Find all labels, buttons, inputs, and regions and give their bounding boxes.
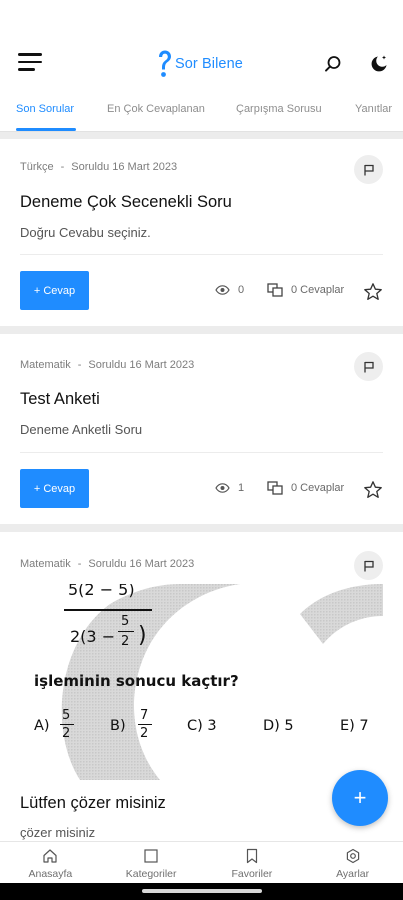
option-a: A): [34, 718, 50, 734]
logo-question-mark-icon: [159, 50, 171, 77]
views-stat: 1: [215, 482, 244, 494]
question-description: Deneme Anketli Soru: [20, 422, 143, 437]
answers-stat[interactable]: 0 Cevaplar: [267, 481, 344, 495]
nav-label: Favoriler: [231, 868, 273, 880]
star-icon[interactable]: [363, 480, 383, 500]
bottom-nav: Anasayfa Kategoriler Favoriler Ayarlar: [0, 841, 403, 883]
answers-icon: [267, 283, 283, 297]
categories-icon: [144, 849, 158, 863]
fraction-bar: [64, 609, 152, 611]
question-date: Soruldu 16 Mart 2023: [88, 558, 195, 570]
tab-yanitlar[interactable]: Yanıtlar: [355, 103, 392, 115]
flag-icon[interactable]: [354, 551, 383, 580]
option-b-numerator: 7: [140, 708, 149, 723]
question-description: Doğru Cevabu seçiniz.: [20, 225, 151, 240]
question-image[interactable]: 5(2 − 5) 2(3 − 5 2 ) işleminin sonucu ka…: [20, 584, 383, 780]
active-tab-indicator: [16, 128, 76, 131]
question-date: Soruldu 16 Mart 2023: [88, 359, 195, 371]
tab-en-cok-cevaplanan[interactable]: En Çok Cevaplanan: [107, 103, 205, 115]
math-top-numerator: 5(2 − 5): [68, 584, 135, 599]
search-icon[interactable]: [323, 54, 343, 74]
question-card: Türkçe - Soruldu 16 Mart 2023 Deneme Çok S…: [0, 139, 403, 326]
menu-icon[interactable]: [18, 53, 42, 75]
views-count: 1: [238, 482, 245, 494]
question-date: Soruldu 16 Mart 2023: [71, 161, 178, 173]
nav-label: Kategoriler: [125, 868, 177, 880]
option-a-bar: [60, 724, 74, 726]
flag-icon[interactable]: [354, 352, 383, 381]
settings-icon: [346, 848, 359, 864]
answers-stat[interactable]: 0 Cevaplar: [267, 283, 344, 297]
question-title[interactable]: Deneme Çok Secenekli Soru: [20, 193, 232, 212]
status-bar: [0, 0, 403, 40]
option-b-bar: [138, 724, 152, 726]
question-card: Matematik - Soruldu 16 Mart 2023 Test Anke…: [0, 334, 403, 524]
nav-item-settings[interactable]: Ayarlar: [302, 842, 403, 883]
question-meta: Matematik - Soruldu 16 Mart 2023: [20, 558, 195, 570]
logo[interactable]: Sor Bilene: [157, 50, 243, 78]
answer-button[interactable]: + Cevap: [20, 469, 89, 508]
home-indicator[interactable]: [142, 889, 262, 893]
option-a-denominator: 2: [62, 726, 71, 741]
question-meta: Türkçe - Soruldu 16 Mart 2023: [20, 161, 178, 173]
option-d: D) 5: [263, 718, 294, 734]
question-category[interactable]: Matematik: [20, 558, 71, 570]
option-b: B): [110, 718, 126, 734]
question-category[interactable]: Türkçe: [20, 161, 54, 173]
question-title[interactable]: Test Anketi: [20, 390, 100, 409]
bookmark-icon: [246, 848, 257, 864]
tab-son-sorular[interactable]: Son Sorular: [16, 103, 74, 115]
option-e: E) 7: [340, 718, 369, 734]
tab-carpisma-sorusu[interactable]: Çarpışma Sorusu: [236, 103, 322, 115]
eye-icon: [215, 285, 230, 295]
app-header: Sor Bilene: [0, 40, 403, 88]
flag-icon[interactable]: [354, 155, 383, 184]
math-question-text: işleminin sonucu kaçtır?: [34, 672, 239, 690]
option-a-numerator: 5: [62, 708, 71, 723]
star-icon[interactable]: [363, 282, 383, 302]
nav-label: Anasayfa: [28, 868, 73, 880]
nav-label: Ayarlar: [336, 868, 370, 880]
answer-button[interactable]: + Cevap: [20, 271, 89, 310]
question-title[interactable]: Lütfen çözer misiniz: [20, 794, 166, 813]
divider: [20, 254, 383, 255]
option-c: C) 3: [187, 718, 217, 734]
math-close-paren: ): [138, 623, 147, 648]
question-category[interactable]: Matematik: [20, 359, 71, 371]
math-denominator-lead: 2(3 −: [70, 627, 116, 646]
math-inner-denominator: 2: [121, 634, 130, 649]
system-navigation-bar: [0, 883, 403, 900]
nav-item-categories[interactable]: Kategoriler: [101, 842, 202, 883]
answers-icon: [267, 481, 283, 495]
views-stat: 0: [215, 284, 244, 296]
math-inner-numerator: 5: [121, 614, 130, 629]
eye-icon: [215, 483, 230, 493]
question-meta: Matematik - Soruldu 16 Mart 2023: [20, 359, 195, 371]
app-screen: Sor Bilene Son Sorular En Çok Cevaplanan…: [0, 0, 403, 900]
add-question-button[interactable]: +: [332, 770, 388, 826]
answers-count: 0 Cevaplar: [291, 284, 345, 296]
question-description: çözer misiniz: [20, 825, 96, 840]
brand-name: Sor Bilene: [175, 56, 243, 72]
home-icon: [43, 849, 57, 863]
answers-count: 0 Cevaplar: [291, 482, 345, 494]
views-count: 0: [238, 284, 245, 296]
inner-fraction-bar: [118, 631, 134, 633]
option-b-denominator: 2: [140, 726, 149, 741]
nav-item-home[interactable]: Anasayfa: [0, 842, 101, 883]
divider: [20, 452, 383, 453]
tab-bar: Son Sorular En Çok Cevaplanan Çarpışma S…: [0, 88, 403, 132]
moon-icon[interactable]: [369, 54, 389, 74]
nav-item-favorites[interactable]: Favoriler: [202, 842, 303, 883]
